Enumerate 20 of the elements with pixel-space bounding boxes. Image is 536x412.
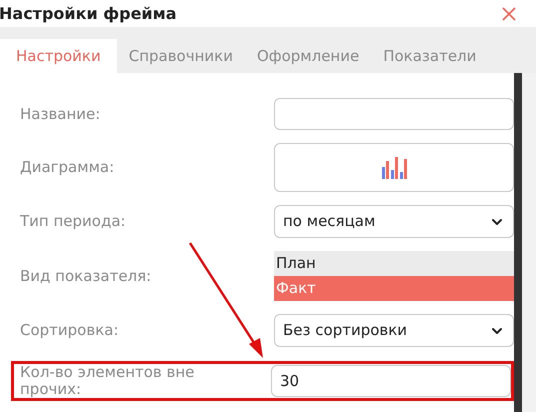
tab[interactable]: Справочники [116,39,245,73]
bar-chart-icon [380,156,408,178]
text-field[interactable] [274,98,514,130]
field-label: Кол-во элементов вне прочих: [20,364,196,398]
window-title: Настройки фрейма [0,2,177,24]
dropdown[interactable]: Без сортировки [274,314,514,347]
field-label: Сортировка: [20,322,120,339]
list-option[interactable]: План [274,251,514,276]
tab[interactable]: Настройки [0,39,117,73]
field-label: Диаграмма: [20,159,116,176]
list-option[interactable]: Факт [274,276,514,301]
text-field[interactable]: 30 [271,365,511,397]
tab[interactable]: Оформление [244,39,372,73]
chart-type-field[interactable] [274,143,514,192]
scrollbar[interactable] [514,73,522,412]
field-label: Название: [20,106,102,122]
tab[interactable]: Показатели [371,39,488,73]
field-label: Тип периода: [20,213,127,230]
dropdown[interactable]: по месяцам [274,205,514,238]
field-label: Вид показателя: [20,268,152,284]
